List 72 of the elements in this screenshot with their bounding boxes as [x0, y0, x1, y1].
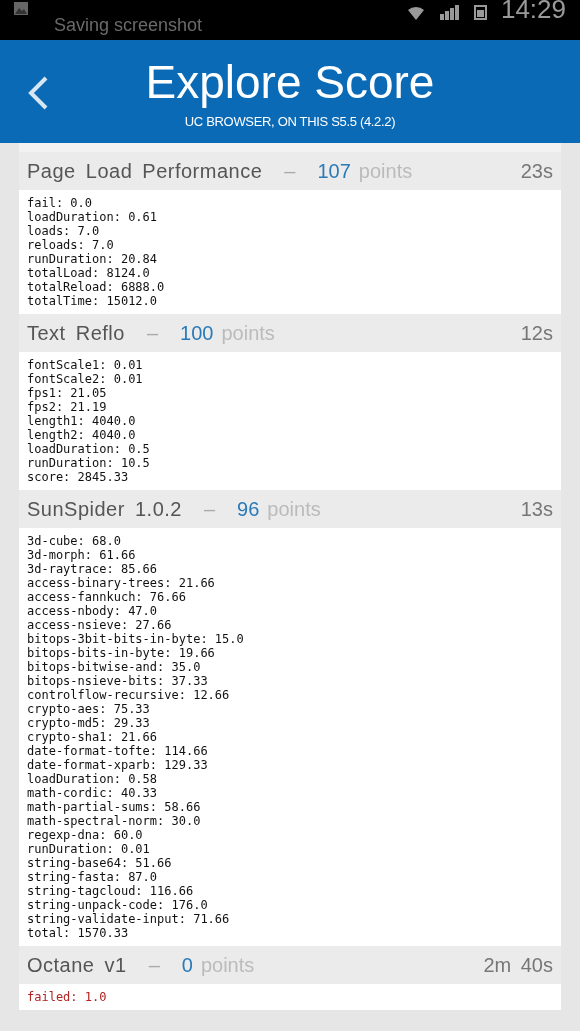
result-line: math-partial-sums: 58.66 — [27, 800, 201, 814]
result-line: math-spectral-norm: 30.0 — [27, 814, 201, 828]
score-value: 96 — [237, 497, 260, 522]
result-line: fps1: 21.05 — [27, 386, 107, 400]
result-line: reloads: 7.0 — [27, 238, 114, 252]
result-line: failed: 1.0 — [27, 990, 107, 1004]
result-line: fontScale2: 0.01 — [27, 372, 143, 386]
result-line: totalReload: 6888.0 — [27, 280, 165, 294]
result-line: totalTime: 15012.0 — [27, 294, 158, 308]
result-line: string-fasta: 87.0 — [27, 870, 158, 884]
back-icon — [27, 76, 49, 110]
result-line: runDuration: 10.5 — [27, 456, 150, 470]
result-line: date-format-tofte: 114.66 — [27, 744, 208, 758]
result-line: crypto-md5: 29.33 — [27, 716, 150, 730]
section-title: SunSpider 1.0.2 — [27, 497, 182, 522]
result-line: string-base64: 51.66 — [27, 856, 172, 870]
result-line: bitops-bits-in-byte: 19.66 — [27, 646, 215, 660]
result-line: score: 2845.33 — [27, 470, 129, 484]
duration-text: 2m 40s — [483, 953, 553, 978]
section-title: Page Load Performance — [27, 159, 263, 184]
result-line: string-validate-input: 71.66 — [27, 912, 230, 926]
result-line: total: 1570.33 — [27, 926, 129, 940]
duration-text: 12s — [520, 321, 553, 346]
result-line: crypto-sha1: 21.66 — [27, 730, 158, 744]
page-subtitle: UC BROWSER, ON THIS S5.5 (4.2.2) — [184, 113, 396, 131]
score-value: 107 — [317, 159, 351, 184]
result-line: fail: 0.0 — [27, 196, 93, 210]
result-line: length2: 4040.0 — [27, 428, 136, 442]
result-line: 3d-morph: 61.66 — [27, 548, 136, 562]
result-line: regexp-dna: 60.0 — [27, 828, 143, 842]
result-line: bitops-3bit-bits-in-byte: 15.0 — [27, 632, 244, 646]
clock-time: 14:29 — [500, 0, 566, 24]
result-line: fontScale1: 0.01 — [27, 358, 143, 372]
result-line: bitops-bitwise-and: 35.0 — [27, 660, 201, 674]
wifi-icon — [405, 4, 426, 20]
dash-separator: – — [146, 321, 159, 346]
result-line: access-fannkuch: 76.66 — [27, 590, 186, 604]
duration-text: 23s — [520, 159, 553, 184]
result-line: fps2: 21.19 — [27, 400, 107, 414]
score-value: 0 — [181, 953, 193, 978]
section-title: Text Reflo — [27, 321, 125, 346]
result-line: runDuration: 20.84 — [27, 252, 158, 266]
result-line: loadDuration: 0.58 — [27, 772, 158, 786]
dash-separator: – — [284, 159, 296, 184]
result-line: loadDuration: 0.61 — [27, 210, 158, 224]
page-title: Explore Score — [145, 55, 435, 110]
score-value: 100 — [180, 321, 214, 346]
result-line: bitops-nsieve-bits: 37.33 — [27, 674, 208, 688]
result-line: access-binary-trees: 21.66 — [27, 576, 215, 590]
result-line: controlflow-recursive: 12.66 — [27, 688, 230, 702]
result-line: 3d-raytrace: 85.66 — [27, 562, 158, 576]
result-line: crypto-aes: 75.33 — [27, 702, 150, 716]
result-line: runDuration: 0.01 — [27, 842, 150, 856]
battery-icon — [473, 4, 487, 20]
signal-icon — [439, 4, 460, 20]
result-line: 3d-cube: 68.0 — [27, 534, 121, 548]
result-line: access-nsieve: 27.66 — [27, 618, 172, 632]
image-icon — [14, 2, 28, 15]
result-line: loads: 7.0 — [27, 224, 100, 238]
notification-text: Saving screenshot — [54, 16, 203, 34]
result-line: string-tagcloud: 116.66 — [27, 884, 194, 898]
duration-text: 13s — [520, 497, 553, 522]
result-line: date-format-xparb: 129.33 — [27, 758, 208, 772]
result-line: math-cordic: 40.33 — [27, 786, 158, 800]
result-line: access-nbody: 47.0 — [27, 604, 158, 618]
dash-separator: – — [203, 497, 216, 522]
dash-separator: – — [148, 953, 160, 978]
result-line: loadDuration: 0.5 — [27, 442, 150, 456]
result-line: totalLoad: 8124.0 — [27, 266, 150, 280]
section-title: Octane v1 — [27, 953, 127, 978]
result-line: length1: 4040.0 — [27, 414, 136, 428]
result-line: string-unpack-code: 176.0 — [27, 898, 208, 912]
